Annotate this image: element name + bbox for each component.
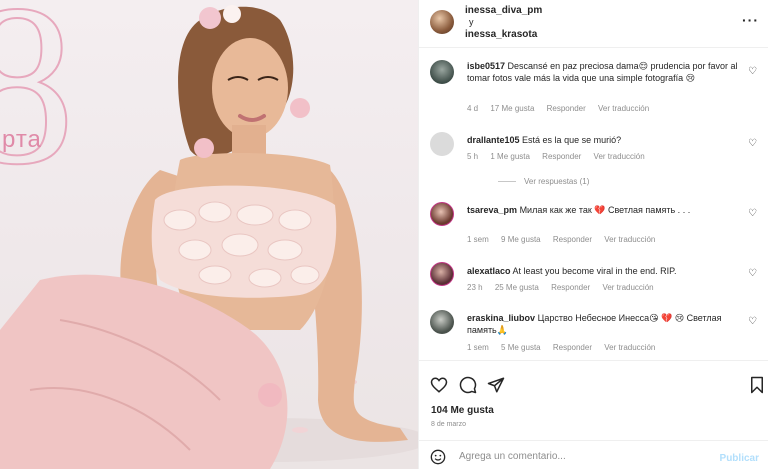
comment-like-heart-icon[interactable]: ♡ xyxy=(748,268,757,279)
comment-text: Descansé en paz preciosa dama😌 prudencia… xyxy=(467,61,738,83)
comment-text: Милая как же так 💔 Светлая память . . . xyxy=(519,205,691,215)
comment-translate-button[interactable]: Ver traducción xyxy=(602,283,653,292)
comment-username[interactable]: drallante105 xyxy=(467,135,520,145)
emoji-icon[interactable] xyxy=(430,449,446,465)
comment-like-heart-icon[interactable]: ♡ xyxy=(748,316,757,327)
save-bookmark-icon[interactable] xyxy=(748,376,766,394)
comment-meta: 23 h 25 Me gusta Responder Ver traducció… xyxy=(467,283,664,292)
model-illustration xyxy=(0,5,418,469)
comment-meta: 4 d 17 Me gusta Responder Ver traducción xyxy=(467,104,659,113)
add-comment-input[interactable] xyxy=(459,447,689,465)
comment-username[interactable]: eraskina_liubov xyxy=(467,313,535,323)
comment-username[interactable]: alexatlaco xyxy=(467,266,511,276)
comment-likes[interactable]: 5 Me gusta xyxy=(501,343,541,352)
comment-likes[interactable]: 9 Me gusta xyxy=(501,235,541,244)
comment-body: alexatlaco At least you become viral in … xyxy=(467,265,739,277)
post-photo[interactable]: 8 рта xyxy=(0,0,418,469)
comment-like-heart-icon[interactable]: ♡ xyxy=(748,208,757,219)
comment-text: At least you become viral in the end. RI… xyxy=(512,266,677,276)
share-send-icon[interactable] xyxy=(487,376,505,394)
author-avatar[interactable] xyxy=(430,10,454,34)
post-header: inessa_diva_pm y inessa_krasota ··· xyxy=(419,0,768,48)
comment-reply-button[interactable]: Responder xyxy=(551,283,590,292)
comment-time: 1 sem xyxy=(467,343,489,352)
comment-time: 5 h xyxy=(467,152,479,161)
comment-meta: 5 h 1 Me gusta Responder Ver traducción xyxy=(467,152,655,161)
comment-username[interactable]: isbe0517 xyxy=(467,61,505,71)
comment-likes[interactable]: 25 Me gusta xyxy=(495,283,539,292)
commenter-avatar[interactable] xyxy=(430,132,454,156)
commenter-avatar[interactable] xyxy=(430,202,454,226)
like-heart-icon[interactable] xyxy=(430,376,448,394)
comment-reply-button[interactable]: Responder xyxy=(553,343,592,352)
author-conjunction: y xyxy=(469,17,474,27)
comment-translate-button[interactable]: Ver traducción xyxy=(594,152,645,161)
comment-likes[interactable]: 1 Me gusta xyxy=(490,152,530,161)
more-options-icon[interactable]: ··· xyxy=(742,12,759,28)
comment-like-heart-icon[interactable]: ♡ xyxy=(748,66,757,77)
comment-time: 1 sem xyxy=(467,235,489,244)
comment-likes[interactable]: 17 Me gusta xyxy=(490,104,534,113)
commenter-avatar[interactable] xyxy=(430,262,454,286)
comment-meta: 1 sem 9 Me gusta Responder Ver traducció… xyxy=(467,235,665,244)
comment-body: drallante105 Está es la que se murió? xyxy=(467,134,739,146)
comment-reply-button[interactable]: Responder xyxy=(553,235,592,244)
comment-body: eraskina_liubov Царство Небесное Инесса😘… xyxy=(467,312,739,336)
likes-count[interactable]: 104 Me gusta xyxy=(431,405,494,416)
comment-reply-button[interactable]: Responder xyxy=(542,152,581,161)
comment-time: 23 h xyxy=(467,283,483,292)
add-comment-bar: Publicar xyxy=(419,440,768,469)
commenter-avatar[interactable] xyxy=(430,60,454,84)
coauthor-username[interactable]: inessa_krasota xyxy=(465,29,537,40)
comment-translate-button[interactable]: Ver traducción xyxy=(604,343,655,352)
comment-time: 4 d xyxy=(467,104,479,113)
author-username[interactable]: inessa_diva_pm xyxy=(465,5,542,16)
comment-username[interactable]: tsareva_pm xyxy=(467,205,517,215)
post-side-panel: inessa_diva_pm y inessa_krasota ··· isbe… xyxy=(418,0,768,469)
comment-like-heart-icon[interactable]: ♡ xyxy=(748,138,757,149)
comment-meta: 1 sem 5 Me gusta Responder Ver traducció… xyxy=(467,343,665,352)
comment-reply-button[interactable]: Responder xyxy=(547,104,586,113)
publish-button[interactable]: Publicar xyxy=(720,453,759,464)
comment-body: tsareva_pm Милая как же так 💔 Светлая па… xyxy=(467,204,739,216)
view-replies-button[interactable]: Ver respuestas (1) xyxy=(498,177,589,186)
commenter-avatar[interactable] xyxy=(430,310,454,334)
comment-text: Está es la que se murió? xyxy=(522,135,622,145)
post-date: 8 de marzo xyxy=(431,421,467,428)
comment-body: isbe0517 Descansé en paz preciosa dama😌 … xyxy=(467,60,739,84)
comment-bubble-icon[interactable] xyxy=(459,376,477,394)
comment-translate-button[interactable]: Ver traducción xyxy=(598,104,649,113)
comment-translate-button[interactable]: Ver traducción xyxy=(604,235,655,244)
post-action-bar xyxy=(419,360,768,410)
